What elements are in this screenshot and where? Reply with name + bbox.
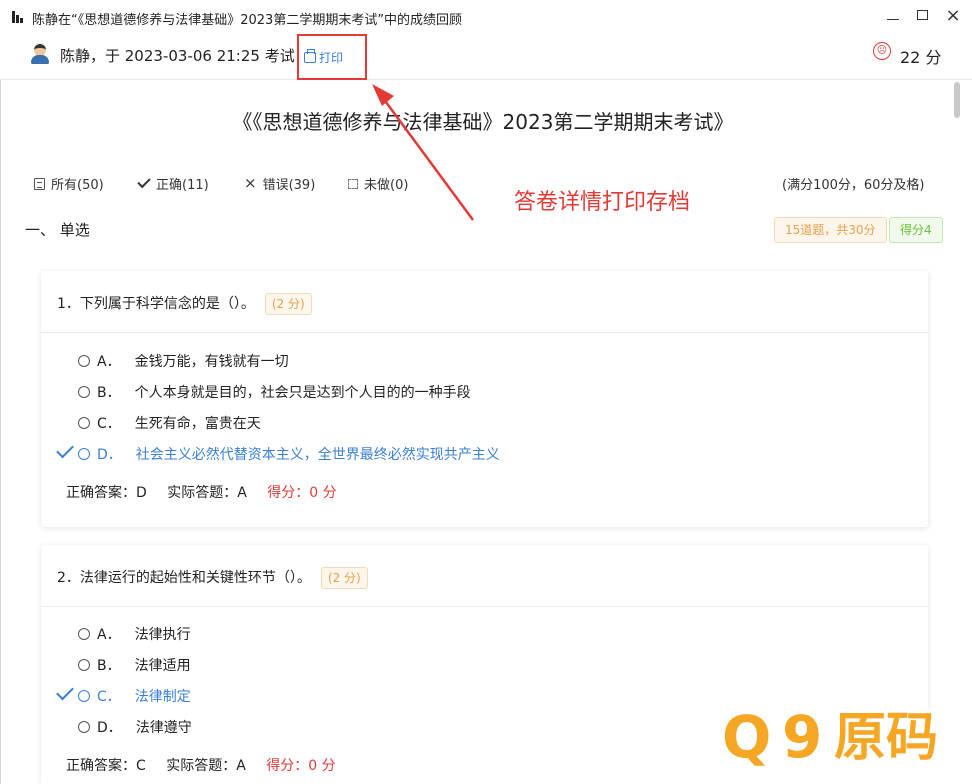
option-letter: C． xyxy=(97,689,121,705)
annotation-text: 答卷详情打印存档 xyxy=(514,190,691,215)
option-text: 个人本身就是目的，社会只是达到个人目的的一种手段 xyxy=(134,385,471,401)
annotation-arrow-icon xyxy=(372,84,475,221)
section-count-tag: 15道题，共30分 xyxy=(774,217,887,243)
question-card: 1．下列属于科学信念的是（）。 (2 分) A． 金钱万能，有钱就有一切 B． 个… xyxy=(41,271,928,527)
radio-icon xyxy=(78,448,90,460)
avatar xyxy=(31,44,49,64)
user-header: 陈静，于 2023-03-06 21:25 考试 打印 ☹ 22 分 xyxy=(0,34,972,80)
question-stem: 1．下列属于科学信念的是（）。 xyxy=(57,296,255,312)
option-b: B． 法律适用 xyxy=(78,655,191,675)
filter-wrong-label: 错误(39) xyxy=(262,178,316,193)
document-icon xyxy=(34,177,45,190)
option-letter: B． xyxy=(97,385,121,401)
option-text: 法律遵守 xyxy=(135,720,192,736)
option-text: 法律执行 xyxy=(134,627,191,643)
option-letter: D． xyxy=(97,447,122,463)
option-c: C． 生死有命，富贵在天 xyxy=(78,413,261,433)
question-header: 1．下列属于科学信念的是（）。 (2 分) xyxy=(41,271,928,333)
option-text: 生死有命，富贵在天 xyxy=(134,416,261,432)
option-letter: A． xyxy=(97,627,121,643)
window-title: 陈静在“《思想道德修养与法律基础》2023第二学期期末考试”中的成绩回顾 xyxy=(32,13,463,28)
filter-all-label: 所有(50) xyxy=(51,178,104,193)
correct-check-icon xyxy=(56,682,74,701)
option-a: A． 金钱万能，有钱就有一切 xyxy=(78,351,289,371)
question-header: 2．法律运行的起始性和关键性环节（）。 (2 分) xyxy=(41,545,928,607)
option-text: 法律适用 xyxy=(134,658,191,674)
minimize-icon[interactable] xyxy=(880,4,906,26)
option-text: 社会主义必然代替资本主义，全世界最终必然实现共产主义 xyxy=(135,447,500,463)
check-icon xyxy=(137,174,151,189)
option-letter: A． xyxy=(97,354,121,370)
section-score-tag: 得分4 xyxy=(889,217,943,243)
section-title: 一、 单选 xyxy=(25,221,90,239)
watermark-q: Q xyxy=(722,703,772,771)
radio-icon xyxy=(78,628,90,640)
radio-icon xyxy=(78,690,90,702)
user-exam-info: 陈静，于 2023-03-06 21:25 考试 xyxy=(60,47,295,65)
empty-box-icon xyxy=(348,178,358,189)
close-icon[interactable]: × xyxy=(940,4,966,26)
watermark-text: 原码 xyxy=(834,708,939,768)
option-b: B． 个人本身就是目的，社会只是达到个人目的的一种手段 xyxy=(78,382,471,402)
question-stem: 2．法律运行的起始性和关键性环节（）。 xyxy=(57,570,311,586)
radio-icon xyxy=(78,355,90,367)
question-score: 得分：0 分 xyxy=(267,485,337,501)
correct-check-icon xyxy=(56,440,74,459)
bar-chart-icon xyxy=(12,11,25,23)
watermark-nine: 9 xyxy=(782,703,823,771)
full-score-note: (满分100分，60分及格) xyxy=(782,178,925,193)
sad-face-icon: ☹ xyxy=(873,42,891,60)
radio-icon xyxy=(78,721,90,733)
filter-correct-label: 正确(11) xyxy=(156,178,209,193)
correct-answer: 正确答案：D xyxy=(66,485,147,501)
printer-icon xyxy=(304,49,316,63)
filter-wrong[interactable]: × 错误(39) xyxy=(244,174,316,194)
question-points: (2 分) xyxy=(320,567,368,589)
radio-icon xyxy=(78,417,90,429)
answer-result: 正确答案：C 实际答题：A 得分：0 分 xyxy=(66,755,352,775)
option-letter: C． xyxy=(97,416,121,432)
maximize-icon[interactable] xyxy=(909,4,935,26)
option-letter: B． xyxy=(97,658,121,674)
question-text: 2．法律运行的起始性和关键性环节（）。 (2 分) xyxy=(57,567,368,589)
actual-answer: 实际答题：A xyxy=(166,758,246,774)
radio-icon xyxy=(78,659,90,671)
radio-icon xyxy=(78,386,90,398)
left-divider xyxy=(0,80,1,784)
question-score: 得分：0 分 xyxy=(266,758,336,774)
option-d: D． 社会主义必然代替资本主义，全世界最终必然实现共产主义 xyxy=(78,444,500,464)
filter-all[interactable]: 所有(50) xyxy=(34,174,104,193)
answer-result: 正确答案：D 实际答题：A 得分：0 分 xyxy=(66,482,353,502)
print-button[interactable]: 打印 xyxy=(304,49,343,66)
cross-icon: × xyxy=(244,174,257,192)
filter-correct[interactable]: 正确(11) xyxy=(137,174,209,193)
question-text: 1．下列属于科学信念的是（）。 (2 分) xyxy=(57,293,312,315)
option-c: C． 法律制定 xyxy=(78,686,191,706)
window-title-bar: 陈静在“《思想道德修养与法律基础》2023第二学期期末考试”中的成绩回顾 × xyxy=(0,0,972,34)
total-score: 22 分 xyxy=(900,48,942,67)
option-text: 金钱万能，有钱就有一切 xyxy=(134,354,289,370)
question-points: (2 分) xyxy=(264,293,312,315)
print-label: 打印 xyxy=(319,51,344,65)
option-text: 法律制定 xyxy=(134,689,191,705)
actual-answer: 实际答题：A xyxy=(167,485,247,501)
option-a: A． 法律执行 xyxy=(78,624,191,644)
correct-answer: 正确答案：C xyxy=(66,758,146,774)
option-d: D． 法律遵守 xyxy=(78,717,192,737)
option-letter: D． xyxy=(97,720,122,736)
